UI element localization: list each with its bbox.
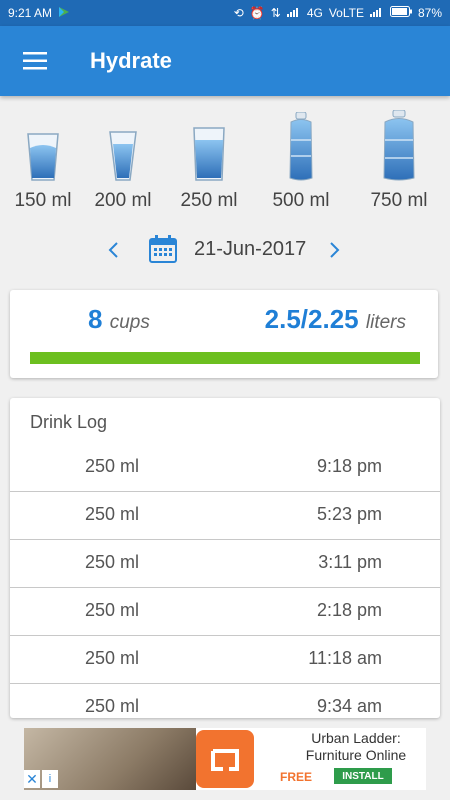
battery-percent: 87% <box>417 6 442 20</box>
short-glass-icon <box>27 133 59 181</box>
network-label: 4G <box>306 6 323 20</box>
ad-title: Urban Ladder: Furniture Online <box>286 730 426 764</box>
volte-label: VoLTE <box>328 6 364 20</box>
log-time: 11:18 am <box>308 648 382 668</box>
ad-banner[interactable]: Urban Ladder: Furniture Online FREE INST… <box>24 728 426 790</box>
ad-info-icon[interactable]: i <box>42 770 58 788</box>
cups-value: 8 <box>88 304 103 334</box>
previous-day-button[interactable] <box>98 232 128 268</box>
ad-close-icon[interactable]: ✕ <box>24 770 40 788</box>
status-bar: 9:21 AM ⟲ ⏰ ⇅ 4G VoLTE 87% <box>0 0 450 26</box>
preset-250ml[interactable]: 250 ml <box>166 108 252 214</box>
log-amount: 250 ml <box>85 504 140 524</box>
log-amount: 250 ml <box>85 696 140 716</box>
play-store-icon <box>58 6 70 21</box>
progress-bar <box>30 352 420 364</box>
hamburger-menu-icon <box>23 52 47 70</box>
cups-count: 8 cups <box>88 304 150 335</box>
status-time: 9:21 AM <box>8 6 53 20</box>
log-time: 9:18 pm <box>316 456 382 476</box>
menu-button[interactable] <box>0 26 70 96</box>
alarm-icon: ⏰ <box>249 6 265 20</box>
battery-icon <box>389 6 412 20</box>
large-bottle-icon <box>383 110 415 181</box>
current-date[interactable]: 21-Jun-2017 <box>194 238 306 261</box>
goal-liters: 2.25 <box>308 304 359 334</box>
date-navigation: 21-Jun-2017 <box>0 232 450 268</box>
cups-unit: cups <box>109 312 150 333</box>
log-entry[interactable]: 250 ml 11:18 am <box>10 636 440 684</box>
liters-separator: / <box>300 304 309 334</box>
ad-title-line1: Urban Ladder: <box>311 730 401 746</box>
log-time: 5:23 pm <box>316 504 382 524</box>
tall-glass-icon <box>109 131 137 181</box>
app-bar: Hydrate <box>0 26 450 96</box>
data-arrows-icon: ⇅ <box>270 6 281 20</box>
app-title: Hydrate <box>90 48 172 73</box>
preset-200ml[interactable]: 200 ml <box>80 108 166 214</box>
ad-install-button[interactable]: INSTALL <box>334 768 392 784</box>
consumed-liters: 2.5 <box>264 304 301 334</box>
log-amount: 250 ml <box>85 600 140 620</box>
ad-logo <box>196 730 254 788</box>
drink-log-title: Drink Log <box>30 412 108 432</box>
ad-title-line2: Furniture Online <box>305 747 407 763</box>
log-entry[interactable]: 250 ml 2:18 pm <box>10 588 440 636</box>
log-amount: 250 ml <box>85 648 140 668</box>
preset-label: 500 ml <box>272 190 330 211</box>
preset-label: 250 ml <box>180 190 238 211</box>
log-amount: 250 ml <box>85 456 140 476</box>
preset-150ml[interactable]: 150 ml <box>0 108 86 214</box>
log-entry[interactable]: 250 ml 9:34 am <box>10 684 440 718</box>
ad-free-label: FREE <box>280 770 313 784</box>
preset-500ml[interactable]: 500 ml <box>258 108 344 214</box>
preset-label: 200 ml <box>94 190 152 211</box>
preset-label: 150 ml <box>14 190 72 211</box>
signal-icon-2 <box>369 6 384 20</box>
log-time: 2:18 pm <box>316 600 382 620</box>
calendar-icon[interactable] <box>148 234 178 269</box>
preset-label: 750 ml <box>370 190 428 211</box>
summary-card: 8 cups 2.5/2.25 liters <box>10 290 438 378</box>
drink-log-card: Drink Log 250 ml 9:18 pm 250 ml 5:23 pm … <box>10 398 440 718</box>
sync-off-icon: ⟲ <box>233 6 244 20</box>
chevron-left-icon <box>108 242 118 258</box>
log-entry[interactable]: 250 ml 3:11 pm <box>10 540 440 588</box>
preset-750ml[interactable]: 750 ml <box>356 108 442 214</box>
drink-presets: 150 ml 200 ml 250 ml 500 ml 750 ml <box>0 108 450 218</box>
bottle-icon <box>289 112 313 181</box>
log-entry[interactable]: 250 ml 5:23 pm <box>10 492 440 540</box>
liters-summary: 2.5/2.25 liters <box>265 304 406 335</box>
mug-glass-icon <box>193 127 225 181</box>
log-time: 3:11 pm <box>318 552 382 572</box>
chevron-right-icon <box>330 242 340 258</box>
log-entry[interactable]: 250 ml 9:18 pm <box>10 444 440 492</box>
next-day-button[interactable] <box>320 232 350 268</box>
signal-icon <box>286 6 301 20</box>
log-time: 9:34 am <box>316 696 382 716</box>
log-amount: 250 ml <box>85 552 140 572</box>
liters-unit: liters <box>365 312 406 333</box>
progress-fill <box>30 352 420 364</box>
